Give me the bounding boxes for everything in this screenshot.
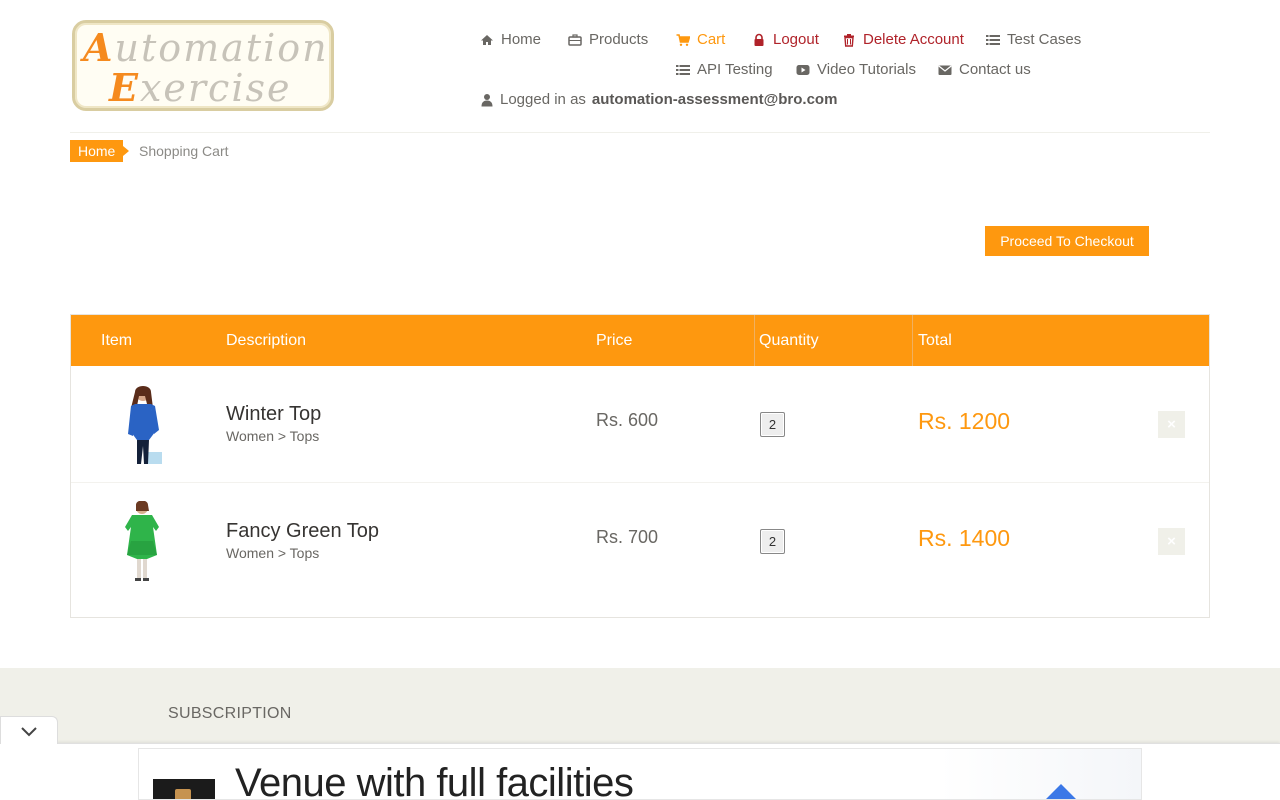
site-header: Automation Exercise Home Products Cart L… (0, 0, 1280, 133)
quantity-display: 2 (760, 412, 785, 437)
lock-icon (752, 33, 766, 47)
trash-icon (842, 33, 856, 47)
column-description: Description (226, 332, 307, 349)
product-image-winter-top[interactable] (101, 384, 181, 464)
logged-in-user: automation-assessment@bro.com (591, 91, 838, 108)
chevron-down-icon (21, 727, 37, 737)
nav-test-cases[interactable]: Test Cases (986, 31, 1081, 48)
cart-table: Item Description Price Quantity Total Wi… (70, 314, 1210, 618)
quantity-display: 2 (760, 529, 785, 554)
nav-contact-us[interactable]: Contact us (938, 61, 1031, 78)
delete-item-button[interactable]: × (1158, 528, 1185, 555)
cart-row: Fancy Green Top Women > Tops Rs. 700 2 R… (71, 482, 1209, 598)
logo-line-2: Exercise (109, 65, 292, 110)
column-separator (754, 315, 755, 366)
nav-logout[interactable]: Logout (752, 31, 819, 48)
nav-api-testing[interactable]: API Testing (676, 61, 773, 78)
product-total: Rs. 1200 (918, 408, 1011, 434)
cart-icon (676, 33, 690, 47)
nav-video-tutorials[interactable]: Video Tutorials (796, 61, 916, 78)
cart-row: Winter Top Women > Tops Rs. 600 2 Rs. 12… (71, 366, 1209, 482)
column-separator (912, 315, 913, 366)
product-name[interactable]: Fancy Green Top (226, 520, 379, 543)
product-image-fancy-green-top[interactable] (101, 500, 181, 581)
product-category: Women > Tops (226, 545, 320, 561)
nav-cart[interactable]: Cart (676, 31, 725, 48)
ad-content[interactable]: Venue with full facilities (138, 748, 1142, 800)
list-icon (676, 63, 690, 77)
breadcrumb-current: Shopping Cart (139, 143, 229, 159)
cart-table-header: Item Description Price Quantity Total (71, 315, 1209, 366)
breadcrumb-home[interactable]: Home (70, 140, 130, 162)
product-price: Rs. 600 (596, 410, 659, 430)
ad-thumbnail (153, 779, 215, 799)
logged-in-status: Logged in as automation-assessment@bro.c… (480, 91, 837, 108)
column-item: Item (101, 332, 133, 349)
briefcase-icon (568, 33, 582, 47)
logo-line-1: Automation (83, 25, 329, 70)
column-total: Total (918, 332, 952, 349)
list-icon (986, 33, 1000, 47)
subscription-title: SUBSCRIPTION (168, 705, 292, 722)
ad-collapse-toggle[interactable] (0, 716, 58, 744)
product-price: Rs. 700 (596, 527, 659, 547)
column-quantity: Quantity (759, 332, 819, 349)
envelope-icon (938, 63, 952, 77)
nav-products[interactable]: Products (568, 31, 648, 48)
nav-home[interactable]: Home (480, 31, 541, 48)
logged-in-prefix: Logged in as (500, 91, 586, 108)
proceed-to-checkout-button[interactable]: Proceed To Checkout (985, 226, 1149, 256)
user-icon (480, 93, 494, 107)
nav-delete-account[interactable]: Delete Account (842, 31, 964, 48)
ad-image (939, 749, 1141, 799)
column-price: Price (596, 332, 633, 349)
product-category: Women > Tops (226, 428, 320, 444)
video-icon (796, 63, 810, 77)
delete-item-button[interactable]: × (1158, 411, 1185, 438)
ad-headline: Venue with full facilities (235, 761, 634, 800)
product-name[interactable]: Winter Top (226, 403, 321, 426)
home-icon (480, 33, 494, 47)
header-divider (70, 132, 1210, 133)
product-total: Rs. 1400 (918, 525, 1011, 551)
site-logo[interactable]: Automation Exercise (72, 20, 334, 111)
